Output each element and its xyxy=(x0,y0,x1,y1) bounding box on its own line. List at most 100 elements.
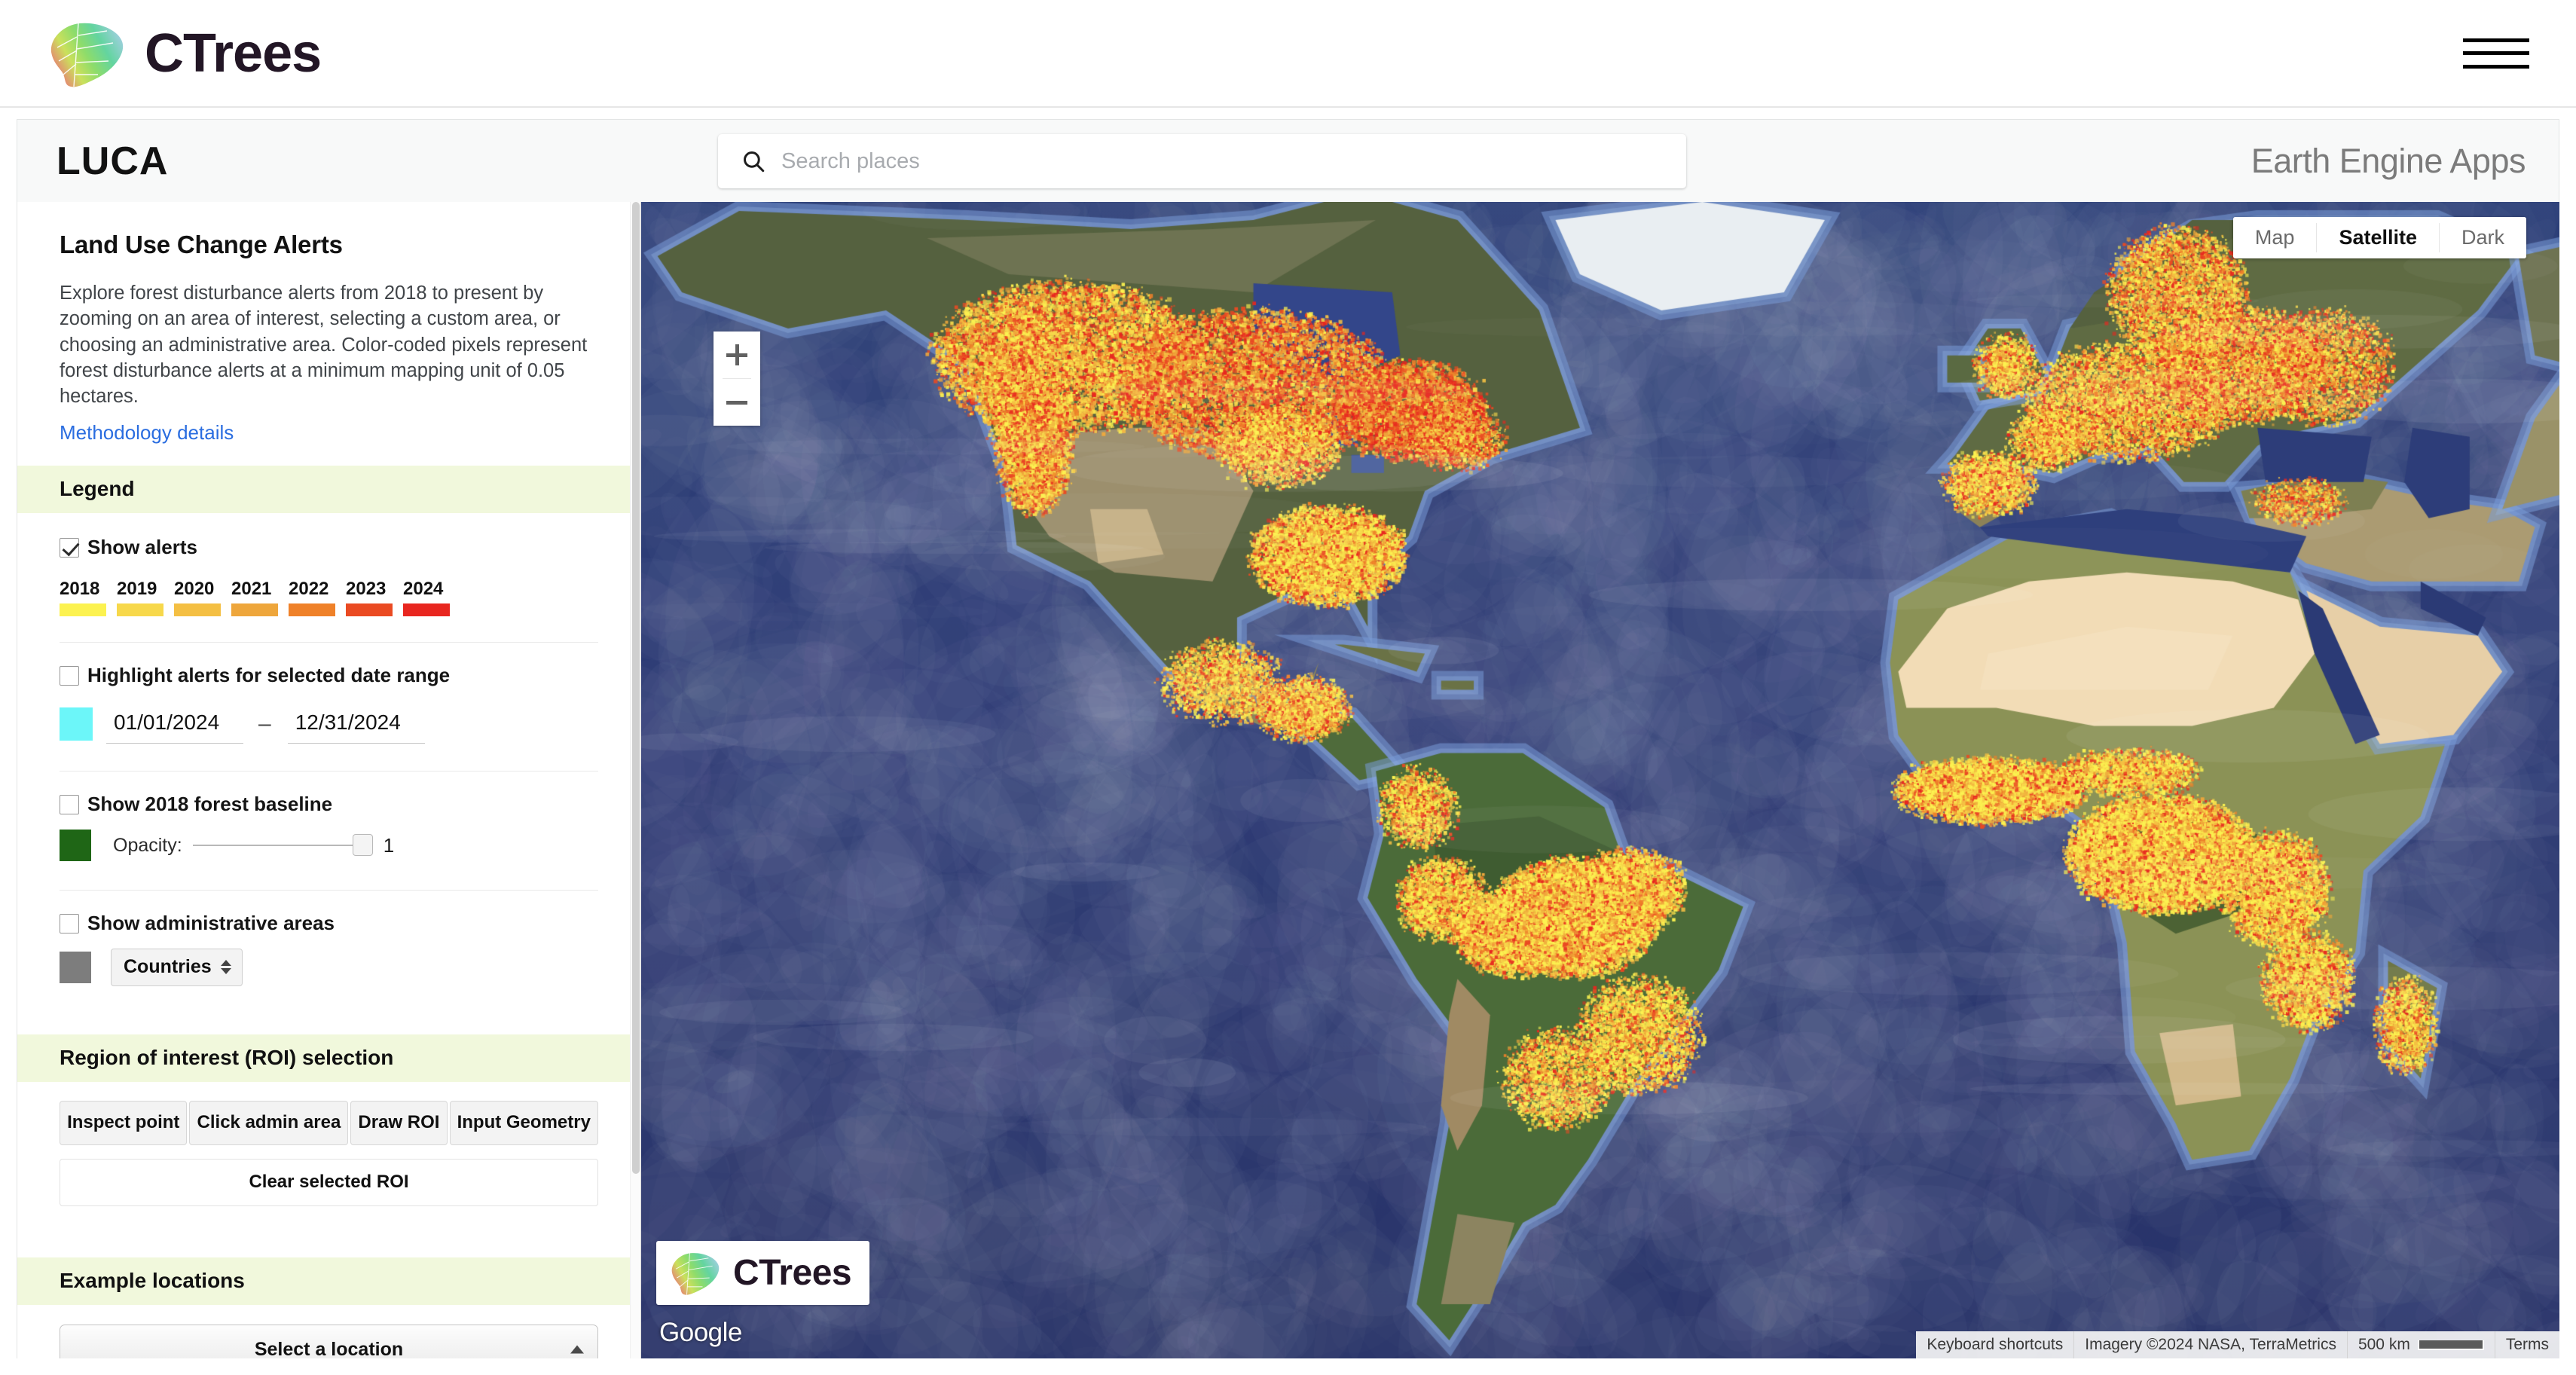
legend-year-label: 2021 xyxy=(231,579,272,600)
hamburger-bar-1 xyxy=(2463,38,2529,42)
highlight-date-range-label: Highlight alerts for selected date range xyxy=(87,664,451,687)
map-scale-label: 500 km xyxy=(2358,1336,2410,1353)
opacity-label: Opacity: xyxy=(113,834,182,856)
legend-year-item: 2022 xyxy=(289,579,335,617)
admin-level-selected-value: Countries xyxy=(124,956,212,978)
map-attribution-bar: Keyboard shortcuts Imagery ©2024 NASA, T… xyxy=(1916,1331,2559,1358)
inspect-point-button[interactable]: Inspect point xyxy=(60,1101,188,1146)
map-type-control[interactable]: Map Satellite Dark xyxy=(2232,217,2526,258)
search-input[interactable] xyxy=(781,148,1686,174)
opacity-value: 1 xyxy=(383,833,395,857)
scale-bar-graphic xyxy=(2417,1340,2484,1350)
methodology-details-link[interactable]: Methodology details xyxy=(17,409,276,445)
legend-year-item: 2020 xyxy=(174,579,221,617)
legend-year-swatch xyxy=(117,603,163,617)
roi-section-body: Inspect point Click admin area Draw ROI … xyxy=(17,1101,640,1236)
example-locations-section-header: Example locations xyxy=(17,1257,640,1306)
admin-areas-row[interactable]: Show administrative areas xyxy=(60,912,598,935)
draw-roi-button[interactable]: Draw ROI xyxy=(350,1101,448,1146)
divider xyxy=(60,642,598,643)
zoom-out-button[interactable] xyxy=(714,379,760,426)
admin-areas-label: Show administrative areas xyxy=(87,912,335,935)
earth-engine-apps-label: Earth Engine Apps xyxy=(2251,141,2526,180)
show-alerts-label: Show alerts xyxy=(87,536,197,559)
show-alerts-row[interactable]: Show alerts xyxy=(60,536,598,559)
legend-year-label: 2024 xyxy=(403,579,444,600)
plus-icon-vertical xyxy=(735,344,739,365)
legend-year-item: 2021 xyxy=(231,579,278,617)
forest-baseline-color-swatch[interactable] xyxy=(60,830,91,862)
sidebar-scrollbar-thumb[interactable] xyxy=(632,202,640,1174)
map-type-dark-button[interactable]: Dark xyxy=(2439,217,2526,258)
page-title: Land Use Change Alerts xyxy=(60,231,343,258)
legend-year-item: 2024 xyxy=(403,579,450,617)
input-geometry-button[interactable]: Input Geometry xyxy=(449,1101,598,1146)
admin-select-row: Countries xyxy=(60,949,598,987)
example-locations-section-body: Select a location xyxy=(17,1325,640,1358)
legend-year-label: 2018 xyxy=(60,579,100,600)
forest-baseline-row[interactable]: Show 2018 forest baseline xyxy=(60,793,598,816)
divider xyxy=(60,771,598,772)
highlight-date-range-row[interactable]: Highlight alerts for selected date range xyxy=(60,664,598,687)
ctrees-leaf-logo-icon xyxy=(667,1249,723,1297)
search-bar[interactable] xyxy=(718,134,1686,188)
map-zoom-control[interactable] xyxy=(714,332,760,426)
legend-year-swatch xyxy=(231,603,278,617)
ctrees-map-watermark: CTrees xyxy=(656,1241,870,1305)
legend-year-swatch xyxy=(403,603,450,617)
click-admin-area-button[interactable]: Click admin area xyxy=(189,1101,349,1146)
legend-year-item: 2018 xyxy=(60,579,106,617)
opacity-slider-handle[interactable] xyxy=(352,834,373,857)
map-satellite-imagery[interactable] xyxy=(641,202,2559,1358)
start-date-input[interactable] xyxy=(106,704,243,744)
legend-year-label: 2020 xyxy=(174,579,215,600)
hamburger-bar-3 xyxy=(2463,64,2529,69)
admin-level-select[interactable]: Countries xyxy=(111,949,243,987)
zoom-in-button[interactable] xyxy=(714,332,760,378)
legend-year-swatch xyxy=(174,603,221,617)
legend-year-item: 2023 xyxy=(346,579,393,617)
roi-button-group: Inspect point Click admin area Draw ROI … xyxy=(60,1101,598,1146)
highlight-color-swatch[interactable] xyxy=(60,707,93,741)
example-location-select[interactable]: Select a location xyxy=(60,1325,598,1358)
show-alerts-checkbox[interactable] xyxy=(60,537,79,558)
brand-bar: CTrees xyxy=(0,0,2576,108)
terms-link[interactable]: Terms xyxy=(2494,1331,2559,1358)
legend-year-label: 2019 xyxy=(117,579,157,600)
minus-icon xyxy=(726,400,747,405)
legend-year-swatch xyxy=(60,603,106,617)
clear-selected-roi-button[interactable]: Clear selected ROI xyxy=(60,1159,598,1207)
chevron-up-icon xyxy=(570,1345,584,1354)
roi-section-header: Region of interest (ROI) selection xyxy=(17,1034,640,1083)
ctrees-leaf-logo-icon xyxy=(44,17,128,90)
divider xyxy=(60,890,598,891)
ctrees-watermark-text: CTrees xyxy=(733,1253,852,1293)
map-viewport[interactable]: Map Satellite Dark CTrees Google Keyboar… xyxy=(641,202,2559,1358)
app-header: LUCA Earth Engine Apps xyxy=(17,119,2559,202)
end-date-input[interactable] xyxy=(287,704,425,744)
keyboard-shortcuts-link[interactable]: Keyboard shortcuts xyxy=(1916,1331,2073,1358)
map-type-map-button[interactable]: Map xyxy=(2232,217,2317,258)
highlight-date-range-checkbox[interactable] xyxy=(60,665,79,686)
app-title: LUCA xyxy=(57,139,169,183)
date-range-row: – xyxy=(60,704,598,744)
admin-areas-checkbox[interactable] xyxy=(60,913,79,933)
opacity-slider[interactable] xyxy=(192,834,373,857)
legend-year-label: 2023 xyxy=(346,579,387,600)
legend-section-header: Legend xyxy=(17,466,640,514)
brand-name: CTrees xyxy=(145,23,322,84)
imagery-attribution: Imagery ©2024 NASA, TerraMetrics xyxy=(2073,1331,2347,1358)
forest-baseline-checkbox[interactable] xyxy=(60,794,79,814)
hamburger-menu-icon[interactable] xyxy=(2463,32,2529,75)
panel-description: Explore forest disturbance alerts from 2… xyxy=(60,283,588,408)
map-scale-bar: 500 km xyxy=(2346,1331,2495,1358)
control-sidebar[interactable]: Land Use Change Alerts Explore forest di… xyxy=(17,202,641,1358)
legend-year-swatch xyxy=(289,603,335,617)
admin-color-swatch[interactable] xyxy=(60,952,91,984)
legend-year-item: 2019 xyxy=(117,579,163,617)
example-location-selected-value: Select a location xyxy=(254,1338,404,1358)
sidebar-scrollbar[interactable] xyxy=(630,202,640,1358)
search-icon xyxy=(741,148,766,174)
map-type-satellite-button[interactable]: Satellite xyxy=(2317,217,2439,258)
brand-logo-link[interactable]: CTrees xyxy=(44,17,322,90)
